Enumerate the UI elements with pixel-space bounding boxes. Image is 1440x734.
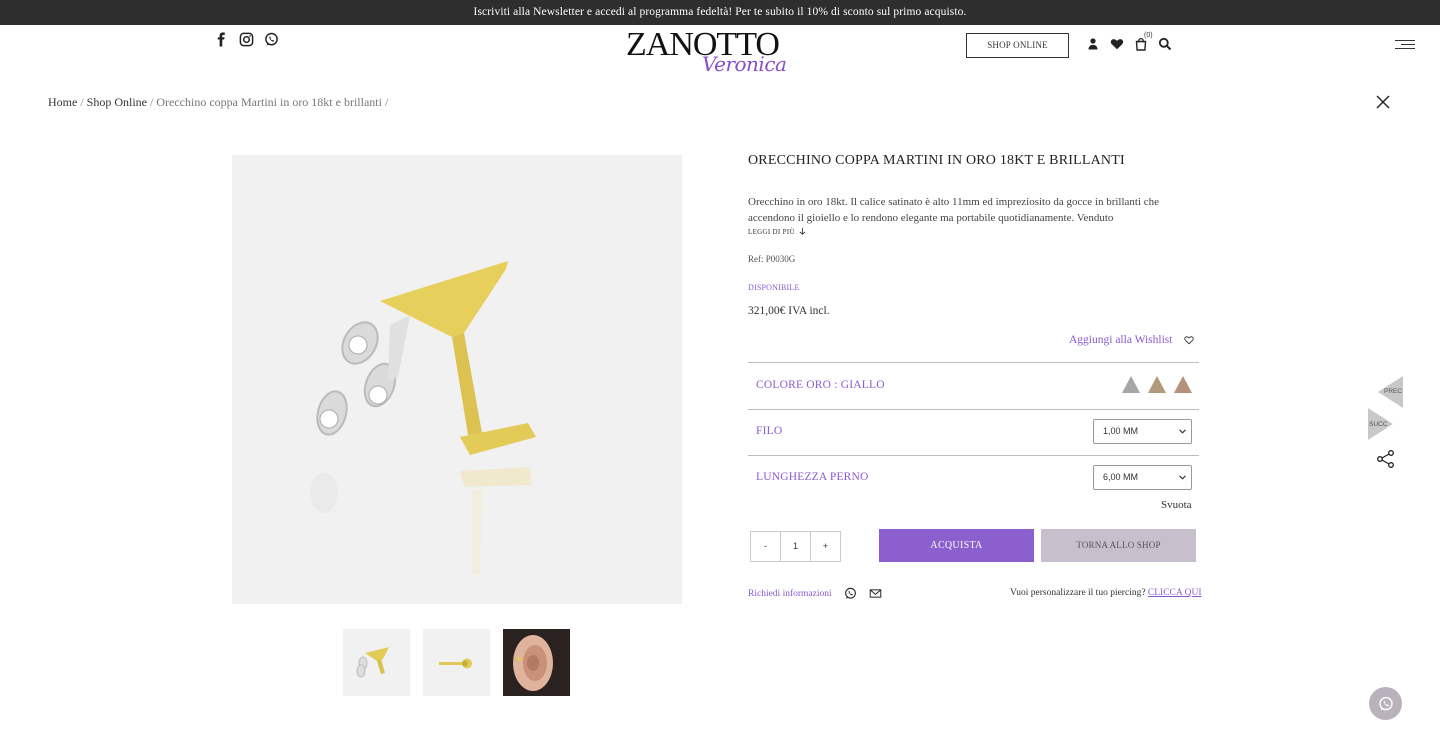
divider: [748, 455, 1199, 456]
breadcrumb-shop[interactable]: Shop Online: [87, 95, 147, 109]
thumbnail-front[interactable]: [343, 629, 410, 696]
product-ref: Ref: P0030G: [748, 254, 796, 264]
newsletter-banner[interactable]: Iscriviti alla Newsletter e accedi al pr…: [0, 0, 1440, 25]
thumbnail-worn[interactable]: [503, 629, 570, 696]
shop-online-button[interactable]: SHOP ONLINE: [966, 33, 1069, 58]
read-more-label: LEGGI DI PIÙ: [748, 228, 795, 236]
search-icon[interactable]: [1158, 37, 1172, 51]
clear-options-link[interactable]: Svuota: [1161, 499, 1192, 511]
previous-product-button[interactable]: PREC: [1378, 376, 1403, 408]
swatch-white-gold[interactable]: [1122, 376, 1140, 393]
divider: [748, 409, 1199, 410]
divider: [748, 362, 1199, 363]
wishlist-label: Aggiungi alla Wishlist: [1069, 334, 1173, 346]
heart-outline-icon: [1184, 336, 1195, 345]
breadcrumb-current: Orecchino coppa Martini in oro 18kt e br…: [156, 95, 382, 109]
share-icon[interactable]: [1376, 449, 1396, 469]
brand-logo[interactable]: ZANOTTO Veronica: [622, 28, 812, 82]
product-price: 321,00€ IVA incl.: [748, 305, 830, 317]
filo-select-value: 1,00 MM: [1103, 426, 1139, 436]
pin-length-label: LUNGHEZZA PERNO: [756, 471, 869, 483]
request-info: Richiedi informazioni: [748, 587, 882, 600]
logo-signature: Veronica: [702, 52, 787, 76]
close-icon[interactable]: [1376, 95, 1390, 109]
next-label: SUCC: [1369, 421, 1388, 428]
mail-icon[interactable]: [869, 587, 882, 600]
add-to-wishlist-link[interactable]: Aggiungi alla Wishlist: [1069, 334, 1195, 346]
thumbnail-side[interactable]: [423, 629, 490, 696]
swatch-yellow-gold[interactable]: [1148, 376, 1166, 393]
cart-count: (0): [1144, 32, 1153, 39]
buy-button[interactable]: ACQUISTA: [879, 529, 1034, 562]
product-description: Orecchino in oro 18kt. Il calice satinat…: [748, 196, 1160, 224]
gold-color-label: COLORE ORO : GIALLO: [756, 379, 885, 391]
request-info-link[interactable]: Richiedi informazioni: [748, 589, 832, 599]
customize-piercing: Vuoi personalizzare il tuo piercing? CLI…: [1010, 588, 1202, 598]
breadcrumb-home[interactable]: Home: [48, 95, 77, 109]
social-links: [214, 32, 279, 47]
read-more-link[interactable]: LEGGI DI PIÙ: [748, 228, 806, 236]
header-actions: (0): [1086, 32, 1172, 51]
pin-length-select[interactable]: 6,00 MM: [1093, 465, 1192, 490]
whatsapp-chat-button[interactable]: [1369, 687, 1402, 720]
facebook-icon[interactable]: [214, 32, 229, 47]
quantity-input[interactable]: 1: [780, 531, 811, 562]
breadcrumb: Home / Shop Online / Orecchino coppa Martini…: [48, 95, 389, 109]
chevron-down-icon: [1179, 475, 1186, 480]
cart-icon[interactable]: (0): [1134, 32, 1153, 51]
heart-icon[interactable]: [1110, 37, 1124, 51]
product-title: ORECCHINO COPPA MARTINI IN ORO 18KT E BR…: [748, 153, 1125, 168]
prev-label: PREC: [1384, 388, 1403, 395]
filo-label: FILO: [756, 425, 783, 437]
customize-text: Vuoi personalizzare il tuo piercing?: [1010, 588, 1146, 598]
product-main-image[interactable]: [232, 155, 682, 604]
swatch-rose-gold[interactable]: [1174, 376, 1192, 393]
chevron-down-icon: [1179, 429, 1186, 434]
decrement-button[interactable]: -: [750, 531, 781, 562]
arrow-down-icon: [799, 228, 806, 235]
quantity-stepper: - 1 +: [750, 531, 841, 562]
user-icon[interactable]: [1086, 37, 1100, 51]
hamburger-menu-icon[interactable]: [1395, 40, 1415, 52]
gold-color-swatches: [1122, 376, 1192, 393]
whatsapp-icon[interactable]: [844, 587, 857, 600]
pin-length-select-value: 6,00 MM: [1103, 472, 1139, 482]
availability-status: DISPONIBILE: [748, 283, 800, 292]
whatsapp-icon: [1378, 696, 1393, 710]
whatsapp-icon[interactable]: [264, 32, 279, 47]
back-to-shop-button[interactable]: TORNA ALLO SHOP: [1041, 529, 1196, 562]
customize-link[interactable]: CLICCA QUI: [1148, 588, 1202, 598]
product-thumbnails: [343, 629, 570, 696]
increment-button[interactable]: +: [810, 531, 841, 562]
filo-select[interactable]: 1,00 MM: [1093, 419, 1192, 444]
instagram-icon[interactable]: [239, 32, 254, 47]
next-product-button[interactable]: SUCC: [1368, 408, 1393, 440]
